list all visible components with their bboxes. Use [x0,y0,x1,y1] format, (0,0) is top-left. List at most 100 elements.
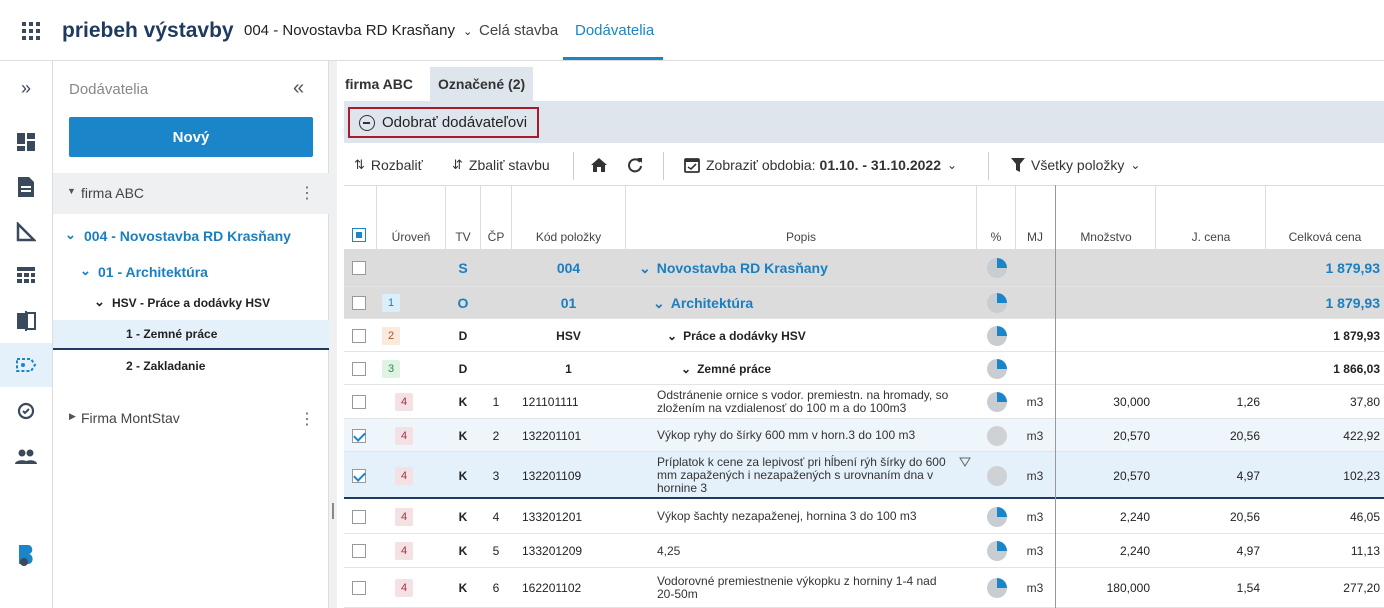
toolbar: ⇅ Rozbaliť ⇵ Zbaliť stavbu Zobraziť obdobi… [344,147,1384,185]
suppliers-icon[interactable] [0,343,52,387]
row-checkbox[interactable] [352,544,366,558]
chevron-down-icon: ⌄ [65,227,76,242]
row-checkbox[interactable] [352,328,366,343]
table-row[interactable]: 4 K 1 121101111 Odstránenie ornice s vodor. … [344,385,1384,419]
tab-oznacene[interactable]: Označené (2) [430,67,534,101]
col-header-quantity[interactable]: Množstvo [1056,230,1156,244]
unit-price-cell: 1,54 [1236,581,1260,595]
collapse-project-button[interactable]: ⇵ Zbaliť stavbu [452,157,550,173]
filter-dropdown[interactable]: Všetky položky ⌄ [1011,157,1140,173]
table-row[interactable]: 4 K 2 132201101 Výkop ryhy do šírky 600 mm v… [344,419,1384,452]
select-all-checkbox[interactable] [352,228,366,242]
row-checkbox[interactable] [352,361,366,376]
tab-cela-stavba[interactable]: Celá stavba [479,22,558,39]
total-price-cell: 1 879,93 [1325,260,1381,276]
collapse-panel-icon[interactable]: « [293,77,304,100]
tree-item-montstav[interactable]: ▶ Firma MontStav ⋮ [53,407,329,431]
tree-item-label: Firma MontStav [81,410,180,426]
table-icon[interactable] [13,262,39,288]
table-row[interactable]: 4 K 4 133201201 Výkop šachty nezapaženej, ho… [344,499,1384,534]
unit-price-cell [1156,249,1260,287]
home-icon[interactable] [590,157,608,173]
project-selector[interactable]: 004 - Novostavba RD Krasňany ⌄ [244,22,472,39]
expand-button[interactable]: ⇅ Rozbaliť [354,157,423,173]
table-row[interactable]: 2 D HSV ⌄ Práce a dodávky HSV 1 879,93 [344,319,1384,352]
col-header-percent[interactable]: % [977,230,1015,244]
col-header-description[interactable]: Popis [626,230,976,244]
remove-button-label: Odobrať dodávateľovi [382,114,528,131]
tree-item-zemne-prace[interactable]: 1 - Zemné práce [53,320,329,350]
tree-item-firma-abc[interactable]: ▼ firma ABC ⋮ [53,173,329,214]
people-icon[interactable] [13,444,39,470]
tree-item-hsv[interactable]: ⌄ HSV - Práce a dodávky HSV [53,294,329,316]
dashboard-icon[interactable] [13,129,39,155]
tree-item-project[interactable]: ⌄ 004 - Novostavba RD Krasňany [53,227,329,249]
minus-circle-icon [359,115,375,131]
col-header-unit[interactable]: MJ [1016,230,1054,244]
chevron-down-icon[interactable]: ⌄ [639,260,651,277]
unit-cell: m3 [1026,395,1044,409]
row-checkbox[interactable] [352,395,366,409]
description-cell: ⌄ Práce a dodávky HSV [667,328,806,343]
refresh-icon[interactable] [627,157,643,173]
col-header-total-price[interactable]: Celková cena [1266,230,1384,244]
supplier-tree-panel: Dodávatelia « Nový ▼ firma ABC ⋮ ⌄ 004 -… [53,61,329,608]
unit-cell: m3 [1026,544,1044,558]
unit-cell [1016,352,1054,385]
row-checkbox[interactable] [352,428,366,443]
table-row[interactable]: 1 O 01 ⌄ Architektúra 1 879,93 [344,287,1384,319]
unit-cell [1016,249,1054,287]
cp-cell: 3 [492,468,500,483]
progress-pie-icon [987,258,1007,278]
chevron-down-icon[interactable]: ⌄ [681,362,691,376]
description-cell: ⌄ Architektúra [653,294,754,312]
table-row[interactable]: 4 K 3 132201109 Príplatok k cene za lepivosť… [344,452,1384,499]
table-row[interactable]: 4 K 5 133201209 4,25 m3 2,240 4,97 11,13 [344,534,1384,568]
col-header-unit-price[interactable]: J. cena [1156,230,1266,244]
note-corner-icon[interactable] [959,456,971,467]
chevron-down-icon[interactable]: ⌄ [667,329,677,343]
code-cell: 01 [560,295,577,311]
document-icon[interactable] [13,174,39,200]
progress-pie-icon [987,392,1007,412]
new-button[interactable]: Nový [69,117,313,157]
code-cell: 162201102 [522,581,582,595]
progress-pie-icon [987,325,1007,346]
chevron-down-icon: ⌄ [94,294,105,309]
col-header-level[interactable]: Úroveň [377,230,445,244]
description-cell: Odstránenie ornice s vodor. premiestn. n… [657,388,949,415]
row-checkbox[interactable] [352,261,366,275]
table-row[interactable]: 3 D 1 ⌄ Zemné práce 1 866,03 [344,352,1384,385]
remove-from-supplier-button[interactable]: Odobrať dodávateľovi [348,107,540,138]
description-cell: Príplatok k cene za lepivosť pri hĺbení … [657,455,946,495]
row-checkbox[interactable] [352,468,366,483]
panel-splitter[interactable] [329,61,337,608]
table-row[interactable]: 4 K 6 162201102 Vodorovné premiestnenie výko… [344,568,1384,608]
apps-grid-icon[interactable] [22,22,40,40]
chevron-down-icon[interactable]: ⌄ [653,295,665,312]
quantity-cell: 20,570 [1113,468,1150,483]
tree-item-zakladanie[interactable]: 2 - Zakladanie [53,357,329,379]
col-header-cp[interactable]: ČP [481,230,511,244]
row-checkbox[interactable] [352,581,366,595]
tab-dodavatelia[interactable]: Dodávatelia [575,22,654,39]
level-badge: 4 [395,542,413,560]
table-row[interactable]: S 004 ⌄ Novostavba RD Krasňany 1 879,93 [344,249,1384,287]
more-vertical-icon[interactable]: ⋮ [299,409,315,429]
col-header-code[interactable]: Kód položky [512,230,625,244]
col-header-tv[interactable]: TV [446,230,480,244]
tree-item-label: 004 - Novostavba RD Krasňany [84,228,291,244]
row-checkbox[interactable] [352,296,366,310]
period-selector[interactable]: Zobraziť obdobia: 01.10. - 31.10.2022 ⌄ [684,157,957,173]
unit-price-cell: 4,97 [1236,544,1260,558]
row-checkbox[interactable] [352,509,366,524]
collapse-icon: ⇵ [452,157,463,172]
code-cell: HSV [556,328,581,343]
tab-firma-abc[interactable]: firma ABC [337,67,421,101]
compare-icon[interactable] [13,308,39,334]
more-vertical-icon[interactable]: ⋮ [299,183,315,203]
sync-icon[interactable] [13,398,39,424]
expand-rail-icon[interactable]: » [13,75,39,101]
ruler-triangle-icon[interactable] [13,219,39,245]
tree-item-architektura[interactable]: ⌄ 01 - Architektúra [53,263,329,285]
